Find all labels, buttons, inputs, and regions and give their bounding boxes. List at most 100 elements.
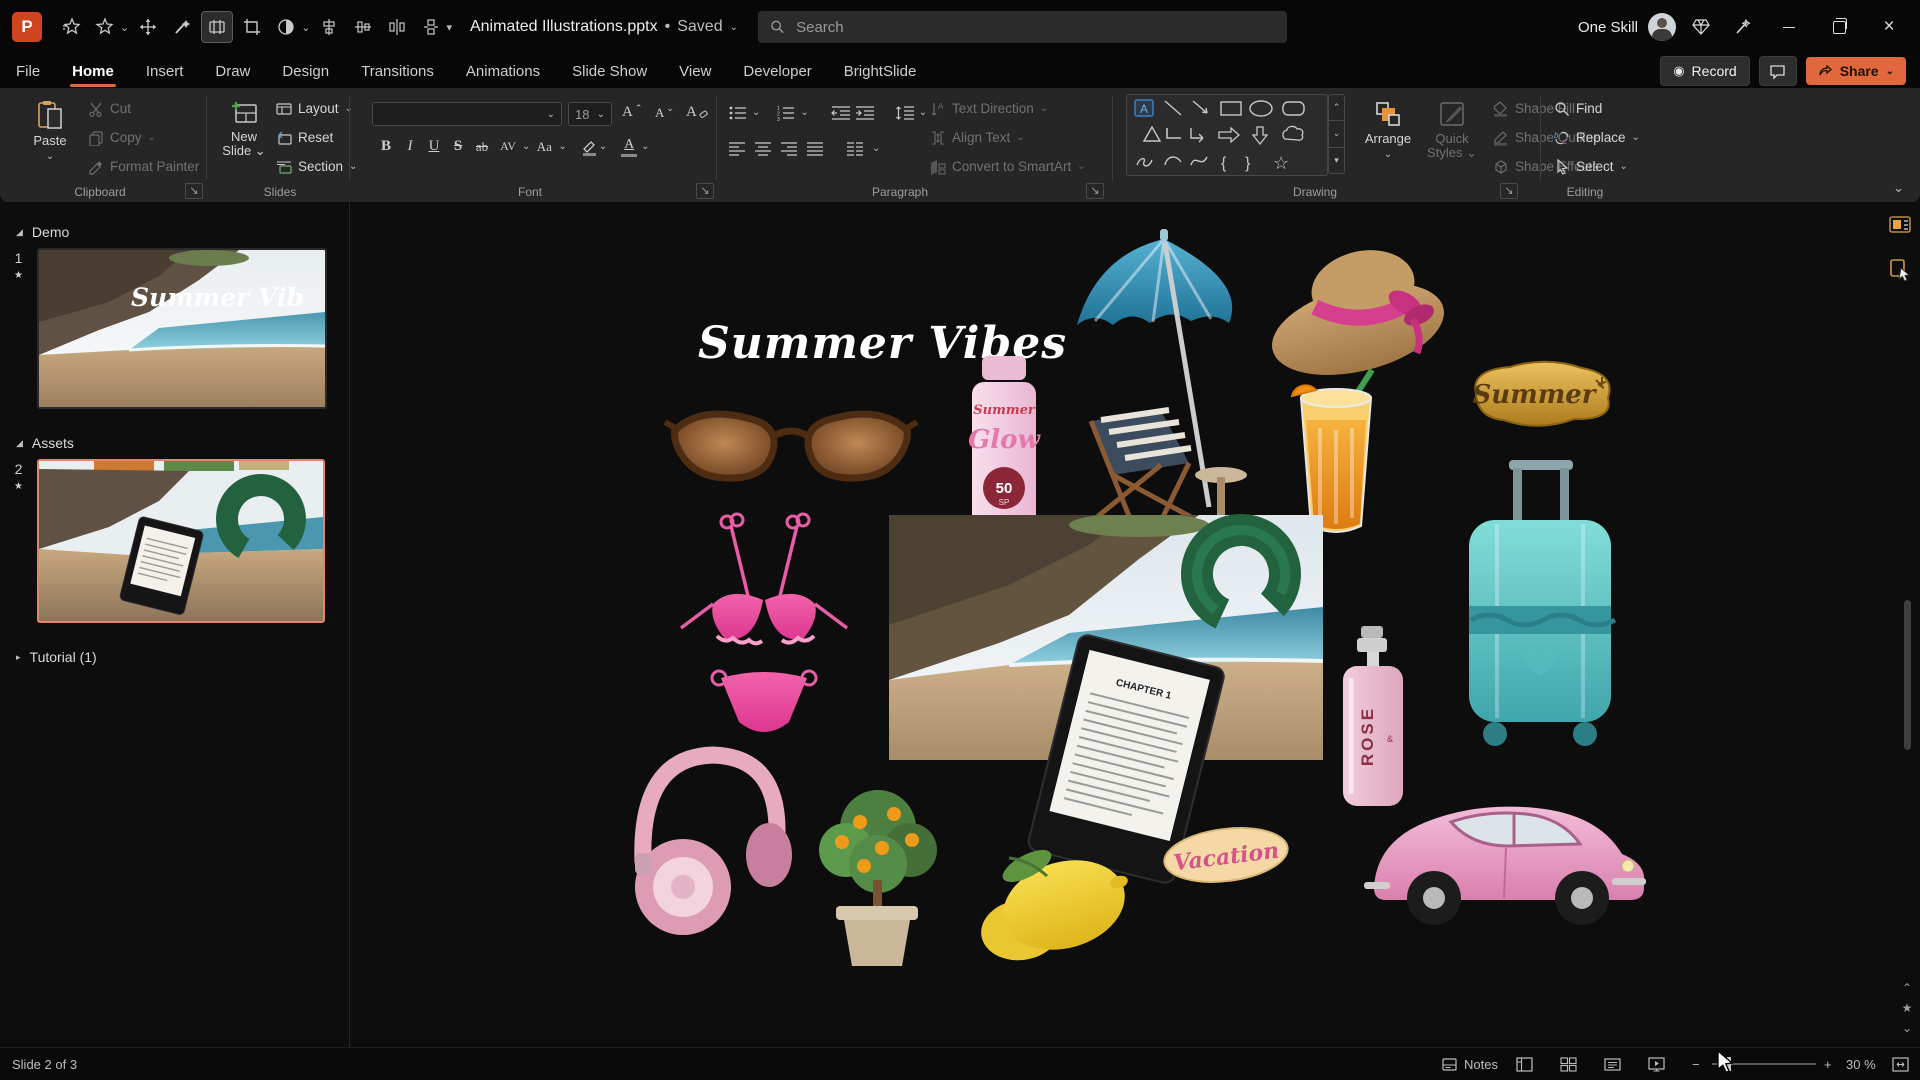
arrange-button[interactable]: Arrange ⌄ (1360, 95, 1416, 181)
bullets-chevron-icon[interactable]: ⌄ (752, 107, 760, 118)
tab-design[interactable]: Design (266, 54, 345, 88)
illustration-straw-hat[interactable] (1263, 227, 1453, 387)
find-button[interactable]: Find (1554, 96, 1602, 121)
clear-formatting-button[interactable]: A (686, 100, 709, 125)
illustration-summer-badge[interactable]: Summer (1458, 350, 1623, 435)
illustration-potted-plant[interactable] (798, 770, 956, 970)
italic-button[interactable]: I (398, 134, 422, 159)
illustration-pink-car[interactable] (1356, 770, 1651, 940)
qat-align-middle-icon[interactable] (348, 12, 378, 42)
zoom-in-button[interactable]: + (1824, 1048, 1832, 1080)
section-header-assets[interactable]: ◢ Assets (16, 435, 349, 451)
section-button[interactable]: Section ⌄ (276, 154, 357, 179)
premium-gem-icon[interactable] (1684, 10, 1718, 44)
search-box[interactable] (758, 11, 1287, 43)
document-title-group[interactable]: Animated Illustrations.pptx • Saved ⌄ (470, 18, 738, 36)
font-size-combobox[interactable]: 18 ⌄ (568, 102, 612, 126)
qat-overflow-chevron-icon[interactable]: ▾ (446, 21, 452, 34)
slide-1-thumbnail[interactable]: Summer Vib (37, 248, 327, 409)
powerpoint-logo[interactable]: P (12, 12, 42, 42)
increase-indent-icon[interactable] (855, 105, 875, 121)
columns-chevron-icon[interactable]: ⌄ (872, 143, 880, 154)
gallery-scroll-up-icon[interactable]: ⌃ (1329, 95, 1344, 121)
qat-animation-star-icon[interactable] (56, 12, 86, 42)
tab-transitions[interactable]: Transitions (345, 54, 450, 88)
star-shape[interactable]: ☆ (1273, 153, 1289, 173)
illustration-suitcase[interactable] (1457, 458, 1622, 753)
right-brace-shape[interactable]: } (1245, 155, 1251, 172)
oval-shape[interactable] (1250, 101, 1272, 116)
qat-shape-fill-icon[interactable] (271, 12, 301, 42)
triangle-shape[interactable] (1144, 127, 1160, 141)
gallery-scroll-down-icon[interactable]: ⌄ (1329, 121, 1344, 147)
tab-insert[interactable]: Insert (130, 54, 200, 88)
shrink-font-button[interactable]: A⌄ (655, 100, 674, 125)
minimize-button[interactable] (1768, 0, 1810, 54)
tab-brightslide[interactable]: BrightSlide (828, 54, 933, 88)
freeform-shape[interactable] (1283, 126, 1303, 140)
illustration-sunscreen-tube[interactable]: Summer Glow 50 SP (954, 348, 1054, 538)
illustration-sunglasses[interactable] (661, 396, 921, 491)
clipboard-dialog-launcher[interactable]: ↘ (185, 183, 203, 199)
slideshow-view-button[interactable] (1648, 1048, 1665, 1080)
columns-icon[interactable] (846, 142, 864, 156)
align-right-icon[interactable] (780, 142, 798, 156)
elbow-arrow-shape[interactable] (1191, 128, 1203, 142)
slide-2-animation-star-icon[interactable]: ★ (14, 481, 23, 492)
curve-shape[interactable] (1191, 157, 1207, 165)
paragraph-dialog-launcher[interactable]: ↘ (1086, 183, 1104, 199)
selection-pane-icon[interactable] (1885, 254, 1915, 284)
user-name[interactable]: One Skill (1578, 19, 1638, 36)
designer-pane-icon[interactable] (1885, 210, 1915, 240)
paste-button[interactable]: Paste ⌄ (22, 95, 78, 181)
font-name-combobox[interactable]: ⌄ (372, 102, 562, 126)
tab-file[interactable]: File (0, 54, 56, 88)
tab-animations[interactable]: Animations (450, 54, 556, 88)
rounded-rectangle-shape[interactable] (1283, 102, 1304, 115)
share-button[interactable]: Share ⌄ (1806, 57, 1906, 85)
notes-button[interactable]: Notes (1442, 1048, 1498, 1080)
new-slide-button[interactable]: New Slide ⌄ (216, 95, 272, 181)
scribble-shape[interactable] (1137, 159, 1152, 166)
elbow-connector-shape[interactable] (1167, 128, 1181, 138)
arc-shape[interactable] (1165, 157, 1181, 165)
comments-button[interactable] (1759, 56, 1797, 86)
search-input[interactable] (794, 18, 1275, 37)
decrease-indent-icon[interactable] (831, 105, 851, 121)
previous-slide-button[interactable]: ⌃ (1898, 980, 1916, 996)
gallery-more-icon[interactable]: ▾ (1329, 148, 1344, 173)
font-color-button[interactable]: A (617, 137, 641, 157)
tab-view[interactable]: View (663, 54, 727, 88)
zoom-out-button[interactable]: − (1692, 1048, 1700, 1080)
change-case-button[interactable]: Aa (530, 134, 558, 159)
layout-button[interactable]: Layout ⌄ (276, 96, 353, 121)
illustration-vacation-badge[interactable]: Vacation (1159, 820, 1294, 890)
rectangle-shape[interactable] (1221, 102, 1241, 115)
line-shape[interactable] (1165, 101, 1181, 115)
bullets-icon[interactable] (728, 105, 748, 121)
reset-button[interactable]: Reset (276, 125, 333, 150)
grow-font-button[interactable]: A⌃ (622, 100, 642, 125)
bold-button[interactable]: B (374, 134, 398, 159)
qat-align-center-icon[interactable] (314, 12, 344, 42)
section-header-tutorial[interactable]: ▸ Tutorial (1) (16, 649, 349, 665)
canvas-vertical-scrollbar[interactable] (1904, 600, 1911, 750)
left-brace-shape[interactable]: { (1221, 155, 1227, 172)
shadow-strike-button[interactable]: S (446, 134, 470, 159)
illustration-bikini[interactable] (669, 508, 859, 748)
underline-button[interactable]: U (422, 134, 446, 159)
title-chevron-icon[interactable]: ⌄ (730, 22, 738, 33)
line-spacing-chevron-icon[interactable]: ⌄ (919, 107, 927, 118)
replace-button[interactable]: bc Replace ⌄ (1554, 125, 1640, 150)
strikethrough-button[interactable]: ab (470, 134, 494, 159)
slide-2-thumbnail-selected[interactable] (37, 459, 325, 623)
zoom-level[interactable]: 30 % (1846, 1048, 1876, 1080)
qat-shape-fill-dropdown-icon[interactable]: ⌄ (301, 21, 310, 34)
illustration-beach-chair[interactable] (1061, 405, 1251, 525)
change-case-chevron-icon[interactable]: ⌄ (558, 141, 566, 152)
section-header-demo[interactable]: ◢ Demo (16, 224, 349, 240)
right-arrow-shape[interactable] (1219, 128, 1239, 142)
qat-format-wand-icon[interactable] (167, 12, 197, 42)
character-spacing-button[interactable]: AV (494, 134, 522, 159)
close-button[interactable]: × (1868, 0, 1910, 54)
